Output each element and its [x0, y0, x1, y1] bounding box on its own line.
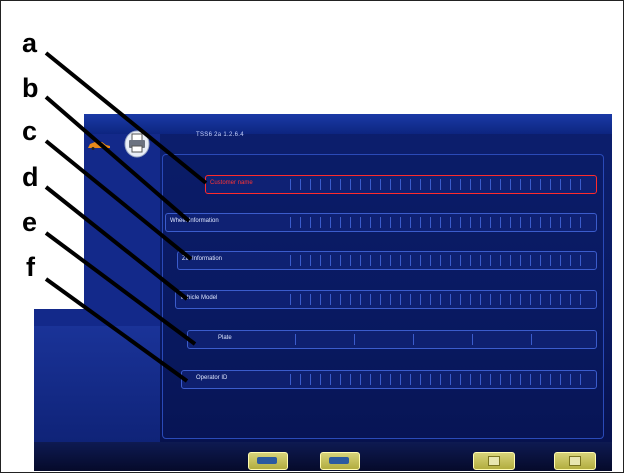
callout-lines: [44, 51, 208, 383]
callout-line-f: [44, 277, 189, 383]
callout-line-d: [44, 185, 189, 301]
figure-frame: TSS6 2a 1.2.6.4 Customer name Wheel Info…: [0, 0, 624, 473]
